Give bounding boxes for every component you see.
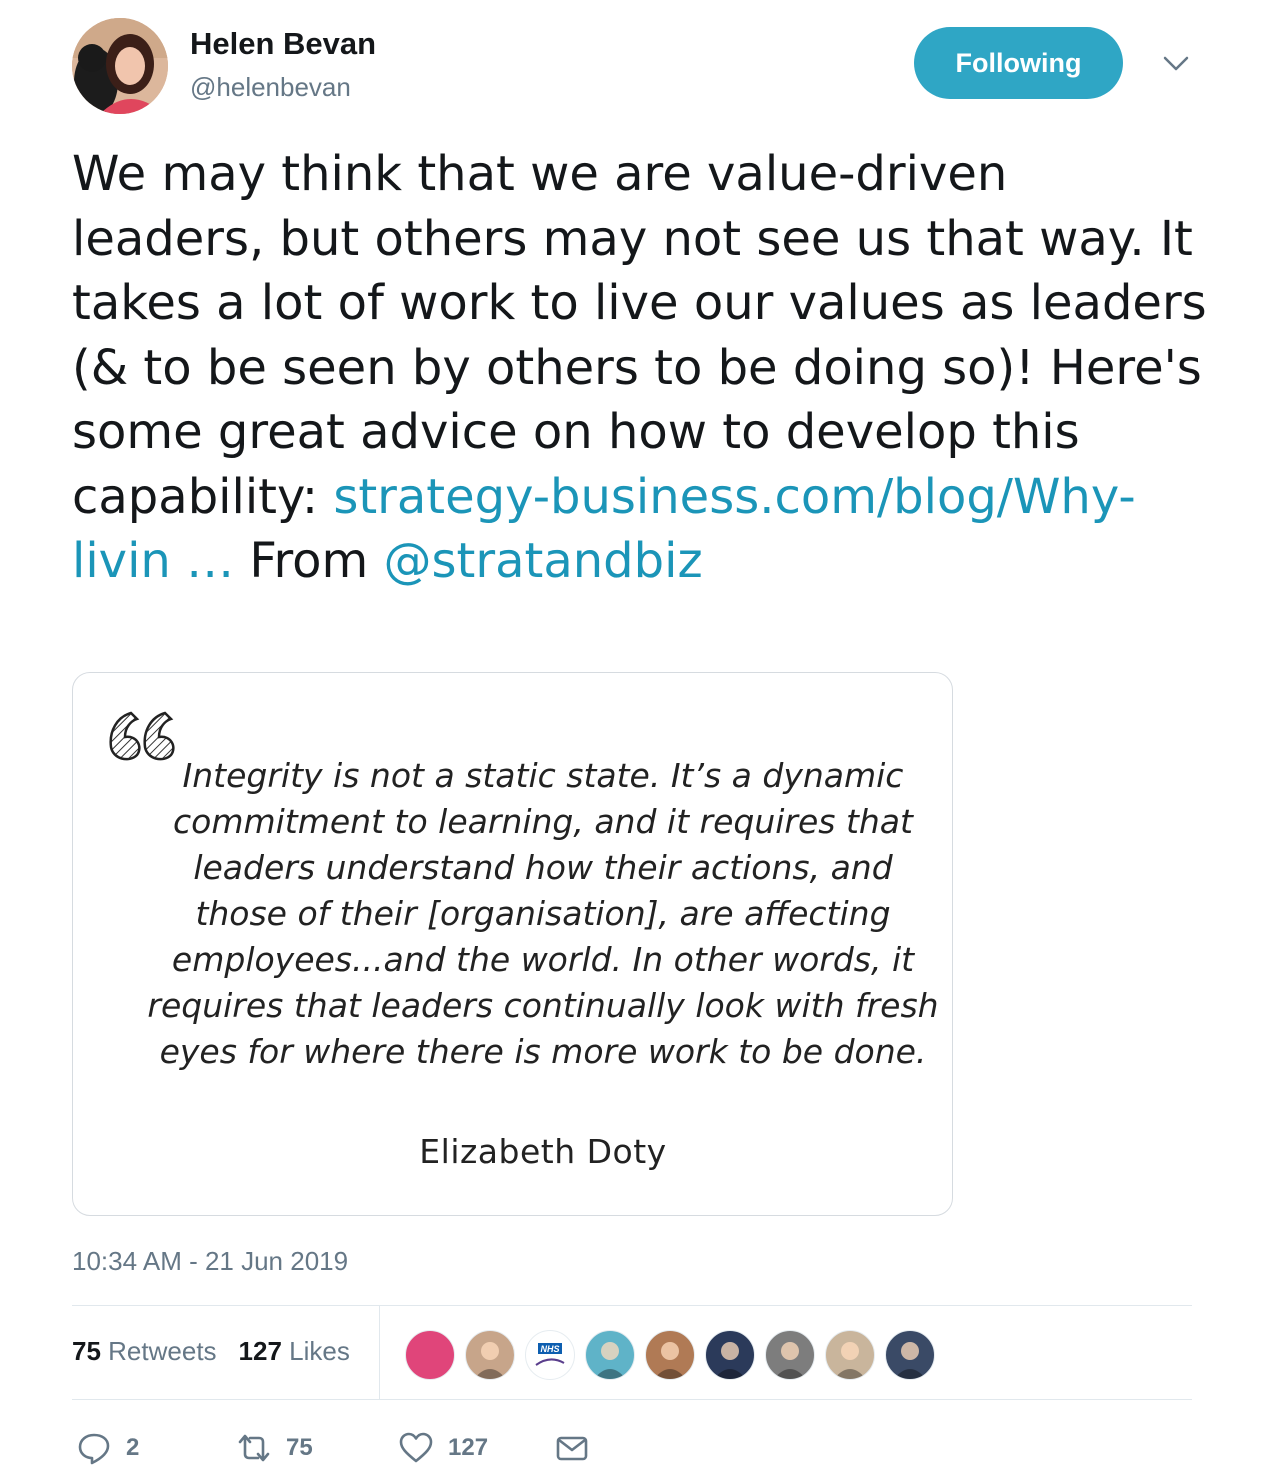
reply-icon — [78, 1433, 110, 1465]
retweet-icon — [238, 1434, 270, 1462]
tweet-actions: 2 75 127 — [76, 1430, 616, 1470]
likes-stat[interactable]: 127 Likes — [239, 1336, 350, 1367]
reply-button[interactable]: 2 — [76, 1430, 139, 1466]
liker-avatar-portrait-bw[interactable] — [765, 1330, 815, 1380]
tweet-text-from: From — [234, 533, 384, 589]
stats-divider — [379, 1306, 380, 1400]
tweet-image-card[interactable]: Integrity is not a static state. It’s a … — [72, 672, 953, 1216]
mention-link[interactable]: @stratandbiz — [384, 533, 703, 589]
liker-avatar-woman[interactable] — [645, 1330, 695, 1380]
tweet-stats: 75 Retweets 127 Likes — [72, 1336, 350, 1367]
reply-count: 2 — [126, 1434, 140, 1461]
retweets-label: Retweets — [108, 1336, 217, 1366]
retweets-stat[interactable]: 75 Retweets — [72, 1336, 217, 1367]
svg-text:NHS: NHS — [540, 1344, 559, 1354]
liker-avatar-man[interactable] — [465, 1330, 515, 1380]
liker-avatar-teal[interactable] — [585, 1330, 635, 1380]
divider — [72, 1305, 1192, 1306]
envelope-icon — [556, 1436, 588, 1461]
display-name[interactable]: Helen Bevan — [190, 26, 376, 62]
liker-avatar-landscape[interactable] — [705, 1330, 755, 1380]
direct-message-button[interactable] — [554, 1430, 590, 1466]
quote-author: Elizabeth Doty — [419, 1132, 667, 1171]
retweets-count: 75 — [72, 1336, 101, 1366]
following-button[interactable]: Following — [914, 27, 1123, 99]
liker-avatars: NHS — [405, 1330, 935, 1380]
liker-avatar-pink[interactable] — [405, 1330, 455, 1380]
profile-avatar[interactable] — [72, 18, 168, 114]
heart-icon — [399, 1432, 433, 1463]
tweet-text: We may think that we are value-driven le… — [72, 142, 1207, 594]
chevron-down-icon[interactable] — [1160, 52, 1192, 76]
retweet-button[interactable]: 75 — [236, 1430, 313, 1466]
liker-avatar-man-dark[interactable] — [885, 1330, 935, 1380]
like-button[interactable]: 127 — [398, 1430, 488, 1466]
retweet-count: 75 — [286, 1434, 313, 1461]
user-handle[interactable]: @helenbevan — [190, 72, 351, 103]
likes-count: 127 — [238, 1336, 282, 1366]
liker-avatar-nhs[interactable]: NHS — [525, 1330, 575, 1380]
quote-text: Integrity is not a static state. It’s a … — [147, 756, 939, 1071]
likes-label: Likes — [289, 1336, 350, 1366]
like-count: 127 — [448, 1434, 489, 1461]
liker-avatar-woman-sun[interactable] — [825, 1330, 875, 1380]
divider — [72, 1399, 1192, 1400]
tweet-timestamp[interactable]: 10:34 AM - 21 Jun 2019 — [72, 1246, 348, 1277]
